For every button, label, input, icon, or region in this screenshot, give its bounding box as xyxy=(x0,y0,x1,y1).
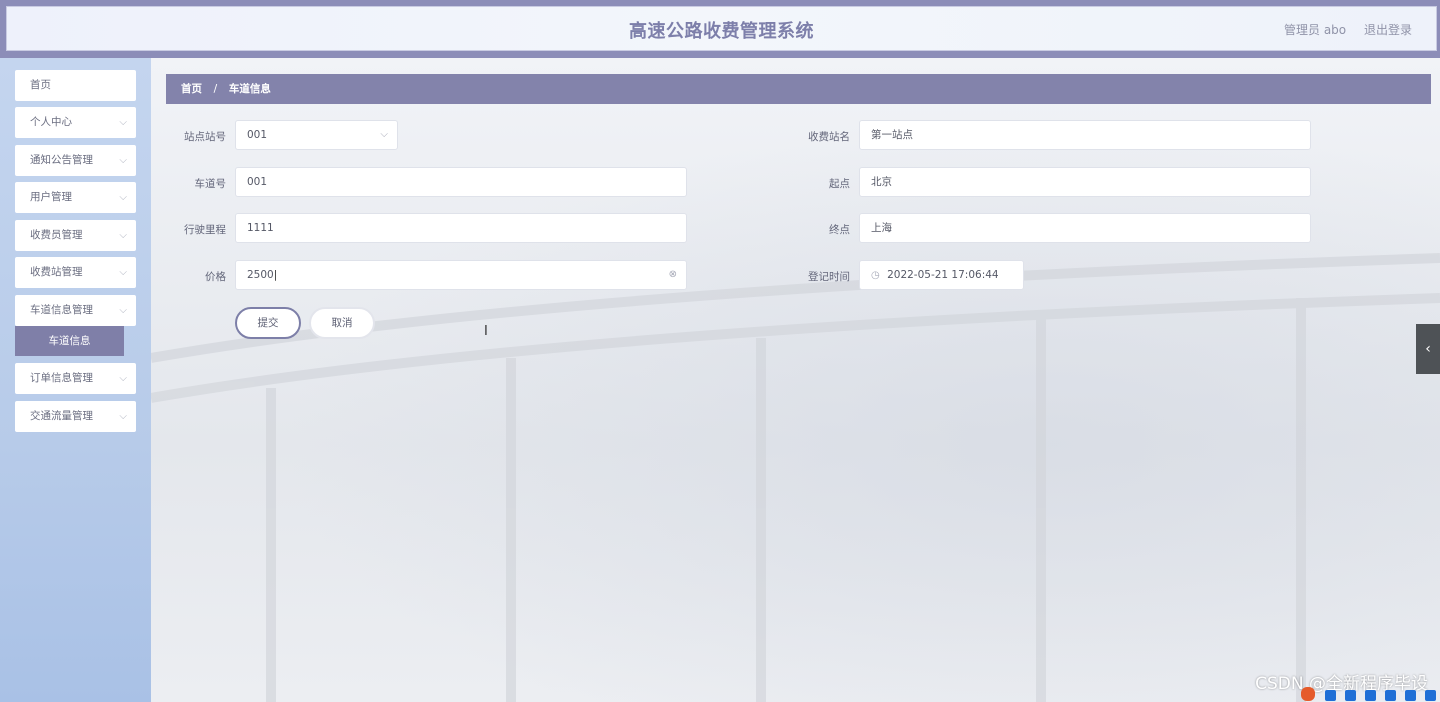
logout-link[interactable]: 退出登录 xyxy=(1364,23,1412,37)
chevron-down-icon: ⌵ xyxy=(119,267,127,278)
current-user: 管理员 abo xyxy=(1284,23,1347,37)
start-label: 起点 xyxy=(829,178,850,190)
station-no-value: 001 xyxy=(247,129,268,141)
reg-time-picker[interactable]: ◷ 2022-05-21 17:06:44 xyxy=(859,260,1024,290)
sidebar-item-traffic[interactable]: 交通流量管理 ⌵ xyxy=(15,401,136,432)
text-cursor-icon: I xyxy=(484,324,488,339)
station-no-label: 站点站号 xyxy=(184,131,226,143)
chevron-down-icon: ⌵ xyxy=(119,305,127,316)
sidebar-subitem-label: 车道信息 xyxy=(48,335,91,347)
sidebar-item-collectors[interactable]: 收费员管理 ⌵ xyxy=(15,220,136,251)
sidebar-item-lanes[interactable]: 车道信息管理 ⌵ xyxy=(15,295,136,326)
app-title: 高速公路收费管理系统 xyxy=(629,21,814,42)
sidebar-item-orders[interactable]: 订单信息管理 ⌵ xyxy=(15,363,136,394)
shirt-icon xyxy=(1404,690,1416,701)
keyboard-icon xyxy=(1384,690,1396,701)
end-field[interactable]: 上海 xyxy=(859,213,1311,243)
breadcrumb-current: 车道信息 xyxy=(228,83,271,95)
end-label: 终点 xyxy=(829,224,850,236)
sidebar-item-notice[interactable]: 通知公告管理 ⌵ xyxy=(15,145,136,176)
clear-icon[interactable]: ⊗ xyxy=(669,261,677,289)
chevron-down-icon: ⌵ xyxy=(119,117,127,128)
end-value: 上海 xyxy=(871,222,892,234)
collapse-left-icon[interactable]: ‹ xyxy=(1416,324,1440,374)
chevron-down-icon: ⌵ xyxy=(119,155,127,166)
reg-time-label: 登记时间 xyxy=(808,271,850,283)
header: 高速公路收费管理系统 管理员 abo 退出登录 xyxy=(6,6,1437,51)
main-content: 首页 / 车道信息 站点站号 001 ⌵ 收费站名 第一站点 车道号 001 起… xyxy=(151,58,1440,702)
price-label: 价格 xyxy=(205,271,226,283)
clock-icon: ◷ xyxy=(871,270,880,281)
chevron-down-icon: ⌵ xyxy=(380,129,388,140)
sidebar-item-label: 首页 xyxy=(30,79,51,91)
price-value: 2500 xyxy=(247,269,274,281)
mileage-label: 行驶里程 xyxy=(184,224,226,236)
sidebar-item-label: 收费员管理 xyxy=(30,229,83,241)
breadcrumb-separator: / xyxy=(213,83,218,95)
station-name-label: 收费站名 xyxy=(808,131,850,143)
chevron-down-icon: ⌵ xyxy=(119,230,127,241)
sidebar-item-label: 个人中心 xyxy=(30,116,72,128)
lane-no-label: 车道号 xyxy=(194,178,227,190)
ime-punct-icon xyxy=(1344,690,1356,701)
sidebar-item-label: 订单信息管理 xyxy=(30,372,93,384)
microphone-icon xyxy=(1364,690,1376,701)
sidebar-item-label: 交通流量管理 xyxy=(30,410,93,422)
sidebar-item-label: 车道信息管理 xyxy=(30,304,93,316)
sidebar-item-stations[interactable]: 收费站管理 ⌵ xyxy=(15,257,136,288)
sidebar-subitem-lane-info[interactable]: 车道信息 xyxy=(15,326,124,356)
system-tray xyxy=(1297,686,1436,701)
chevron-down-icon: ⌵ xyxy=(119,411,127,422)
sidebar-item-personal-center[interactable]: 个人中心 ⌵ xyxy=(15,107,136,138)
price-field[interactable]: 2500| ⊗ xyxy=(235,260,687,290)
chevron-down-icon: ⌵ xyxy=(119,373,127,384)
submit-button[interactable]: 提交 xyxy=(235,307,301,339)
sidebar-item-label: 用户管理 xyxy=(30,191,72,203)
user-area: 管理员 abo 退出登录 xyxy=(1270,21,1412,38)
sidebar-item-label: 通知公告管理 xyxy=(30,154,93,166)
top-bar: 高速公路收费管理系统 管理员 abo 退出登录 xyxy=(0,0,1440,58)
background-fence-image xyxy=(151,253,1440,702)
lane-no-value: 001 xyxy=(247,176,268,188)
breadcrumb-home[interactable]: 首页 xyxy=(181,83,202,95)
station-name-field[interactable]: 第一站点 xyxy=(859,120,1311,150)
ime-chinese-icon xyxy=(1324,690,1336,701)
reg-time-value: 2022-05-21 17:06:44 xyxy=(887,269,999,281)
station-no-select[interactable]: 001 ⌵ xyxy=(235,120,398,150)
sidebar: 首页 个人中心 ⌵ 通知公告管理 ⌵ 用户管理 ⌵ 收费员管理 ⌵ 收费站管理 … xyxy=(0,58,151,702)
sidebar-item-home[interactable]: 首页 xyxy=(15,70,136,101)
sidebar-item-users[interactable]: 用户管理 ⌵ xyxy=(15,182,136,213)
station-name-value: 第一站点 xyxy=(871,129,913,141)
mileage-value: 1111 xyxy=(247,222,274,234)
chevron-down-icon: ⌵ xyxy=(119,192,127,203)
breadcrumb: 首页 / 车道信息 xyxy=(166,74,1431,104)
start-value: 北京 xyxy=(871,176,892,188)
start-field[interactable]: 北京 xyxy=(859,167,1311,197)
sidebar-item-label: 收费站管理 xyxy=(30,266,83,278)
cancel-button[interactable]: 取消 xyxy=(309,307,375,339)
lane-no-field[interactable]: 001 xyxy=(235,167,687,197)
grid-icon xyxy=(1425,690,1436,701)
ime-logo-icon xyxy=(1301,687,1316,701)
mileage-field[interactable]: 1111 xyxy=(235,213,687,243)
